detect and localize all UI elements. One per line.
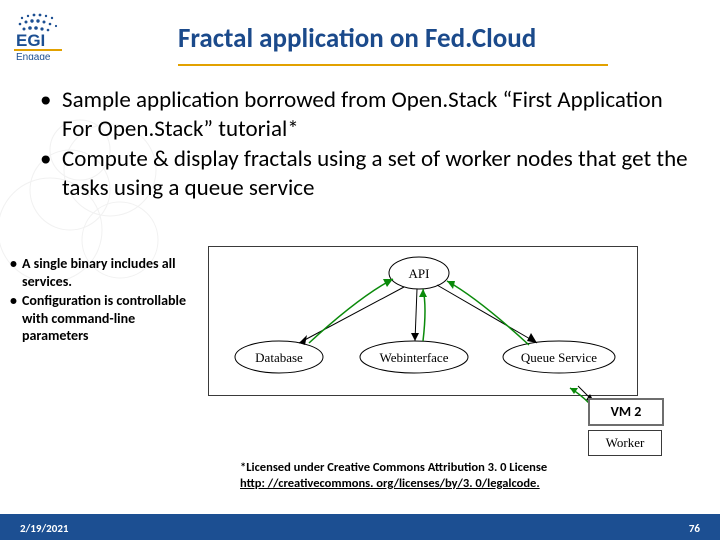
main-bullet-1: Sample application borrowed from Open.St… [62,86,690,145]
main-bullet-2: Compute & display fractals using a set o… [62,145,690,204]
node-database: Database [255,350,303,365]
main-bullet-list: •Sample application borrowed from Open.S… [40,86,690,204]
side-bullet-1: A single binary includes all services. [22,255,200,290]
worker-box: Worker [588,430,662,456]
node-webinterface: Webinterface [380,350,449,365]
side-bullet-2: Configuration is controllable with comma… [22,292,200,345]
vm2-box: VM 2 [588,398,664,426]
footer-bar [0,514,720,540]
logo-text-bottom: Engage [16,52,51,60]
architecture-diagram: API Database Webinterface Queue Service [208,246,638,396]
footer-date: 2/19/2021 [20,522,68,535]
license-footnote: *Licensed under Creative Commons Attribu… [240,460,547,491]
node-api: API [409,266,430,281]
slide-title: Fractal application on Fed.Cloud [178,22,700,55]
license-link: http: //creativecommons. org/licenses/by… [240,476,547,492]
title-underline [178,64,608,66]
footer-page-number: 76 [689,522,700,535]
slide: EGI Engage Fractal application on Fed.Cl… [0,0,720,540]
worker-label: Worker [606,435,645,450]
node-queue: Queue Service [521,350,597,365]
vm2-label: VM 2 [611,403,642,420]
egi-logo: EGI Engage [14,10,92,65]
license-line1: *Licensed under Creative Commons Attribu… [240,460,547,476]
side-bullet-list: •A single binary includes all services. … [10,255,200,347]
logo-text-top: EGI [16,31,45,50]
